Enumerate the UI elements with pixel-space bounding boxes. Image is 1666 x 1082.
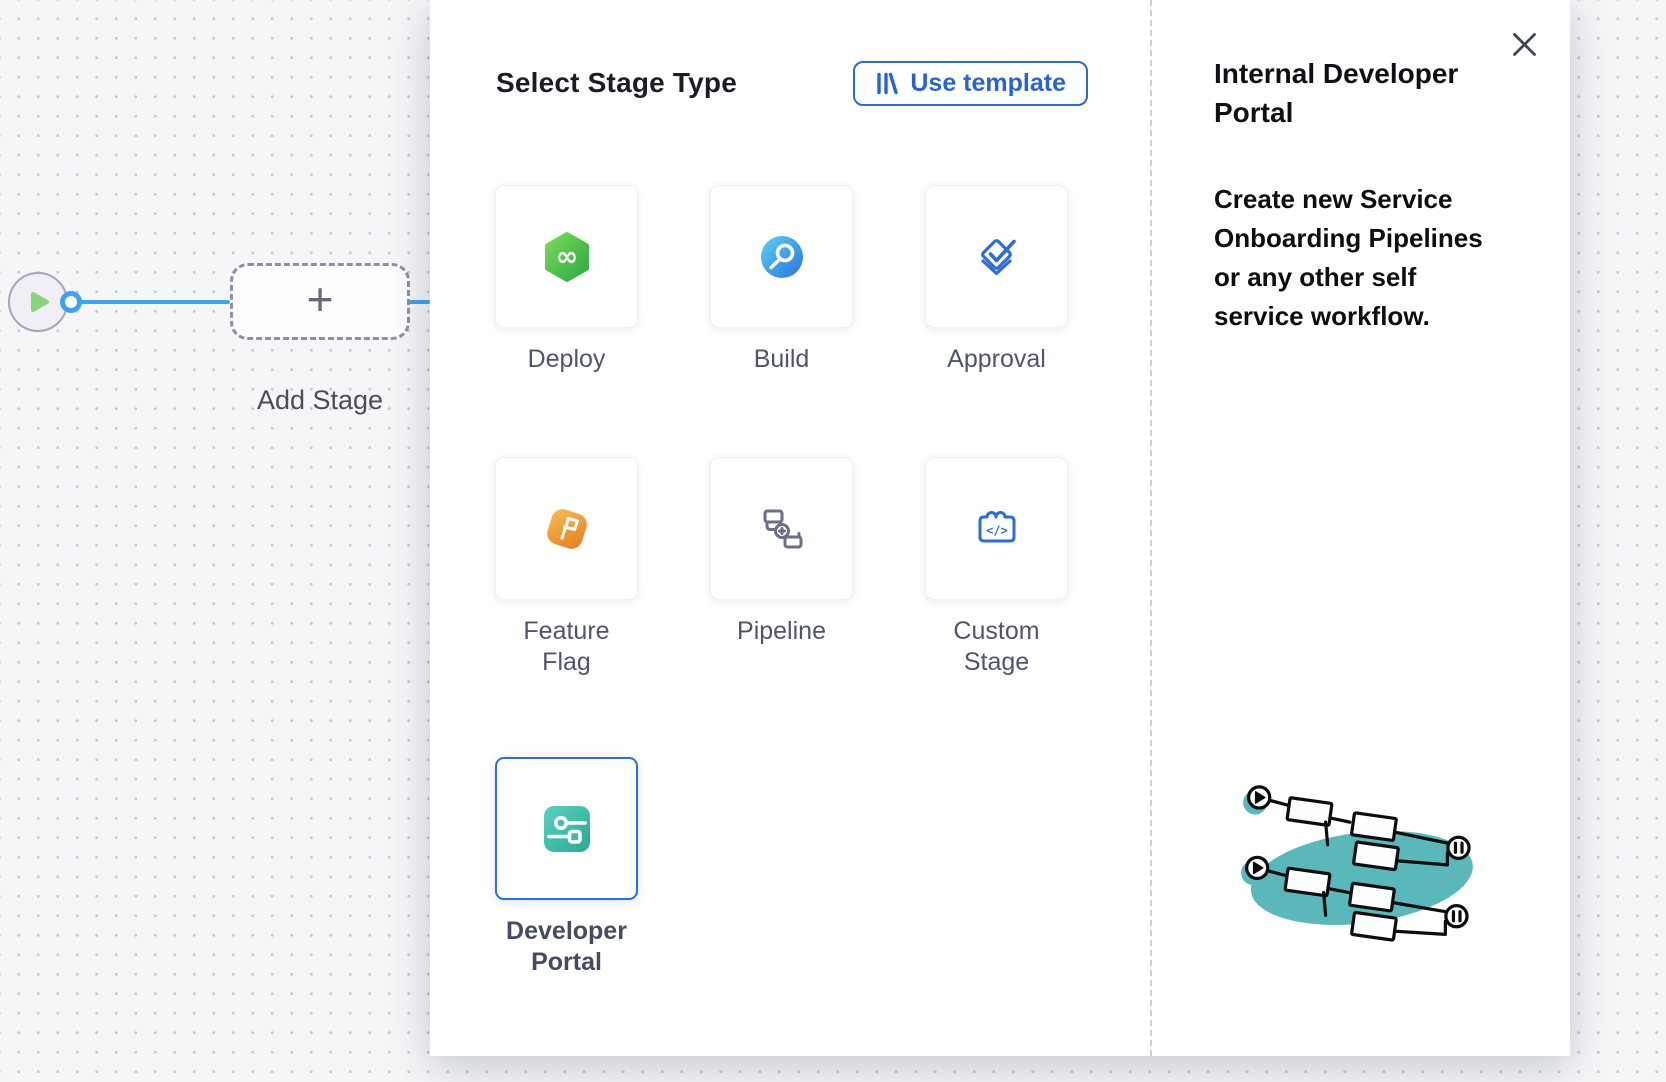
use-template-button[interactable]: Use template [853, 61, 1088, 106]
ci-circle-search-icon [759, 234, 805, 280]
use-template-label: Use template [910, 69, 1066, 98]
detail-title: Internal Developer Portal [1214, 54, 1506, 132]
stage-card-approval: Approval [925, 185, 1068, 375]
pipeline-studio-canvas: { "canvas": { "add_stage_label": "Add St… [0, 0, 1666, 1082]
stage-card-deploy: ∞ Deploy [495, 185, 638, 375]
select-stage-modal: Select Stage Type Use template [430, 0, 1570, 1056]
stage-card-pipeline: Pipeline [710, 457, 853, 647]
pipeline-nodes-icon [757, 504, 807, 554]
stage-panel-header: Select Stage Type Use template [496, 60, 1088, 106]
developer-portal-sliders-icon [542, 804, 592, 854]
stage-label: Custom Stage [931, 616, 1063, 678]
close-icon [1511, 31, 1538, 58]
connector-port[interactable] [60, 291, 82, 313]
template-library-icon [875, 71, 899, 96]
feature-flag-icon [542, 504, 592, 554]
approval-diamond-check-icon [972, 233, 1022, 281]
stage-detail-panel: Internal Developer Portal Create new Ser… [1152, 0, 1570, 1056]
stage-type-grid: ∞ Deploy Build [495, 185, 1095, 975]
custom-stage-card[interactable]: </> [925, 457, 1068, 600]
custom-stage-code-icon: </> [972, 505, 1022, 553]
stage-label: Feature Flag [501, 616, 633, 678]
pipeline-card[interactable] [710, 457, 853, 600]
stage-card-feature-flag: Feature Flag [495, 457, 638, 678]
deploy-card[interactable]: ∞ [495, 185, 638, 328]
stage-label: Pipeline [716, 616, 848, 647]
stage-label: Developer Portal [501, 916, 633, 978]
detail-description: Create new Service Onboarding Pipelines … [1214, 180, 1506, 336]
add-stage-button[interactable]: + [230, 263, 410, 340]
feature-flag-card[interactable] [495, 457, 638, 600]
stage-type-panel: Select Stage Type Use template [430, 0, 1152, 1056]
stage-card-custom-stage: </> Custom Stage [925, 457, 1068, 678]
stage-card-build: Build [710, 185, 853, 375]
close-button[interactable] [1508, 28, 1540, 60]
connector-line-stub [409, 300, 430, 304]
cd-hexagon-infinity-icon: ∞ [544, 232, 590, 282]
add-stage-label: Add Stage [220, 385, 420, 416]
stage-card-developer-portal: Developer Portal [495, 757, 638, 978]
stage-label: Build [716, 344, 848, 375]
plus-icon: + [307, 276, 334, 322]
svg-text:</>: </> [986, 523, 1008, 537]
developer-portal-card[interactable] [495, 757, 638, 900]
svg-text:∞: ∞ [555, 241, 578, 272]
connector-line [80, 300, 230, 304]
stage-label: Approval [931, 344, 1063, 375]
play-icon [30, 291, 50, 313]
approval-card[interactable] [925, 185, 1068, 328]
pipeline-start-node[interactable] [8, 272, 68, 332]
stage-label: Deploy [501, 344, 633, 375]
build-card[interactable] [710, 185, 853, 328]
pipeline-illustration [1228, 770, 1540, 994]
panel-title: Select Stage Type [496, 67, 737, 99]
